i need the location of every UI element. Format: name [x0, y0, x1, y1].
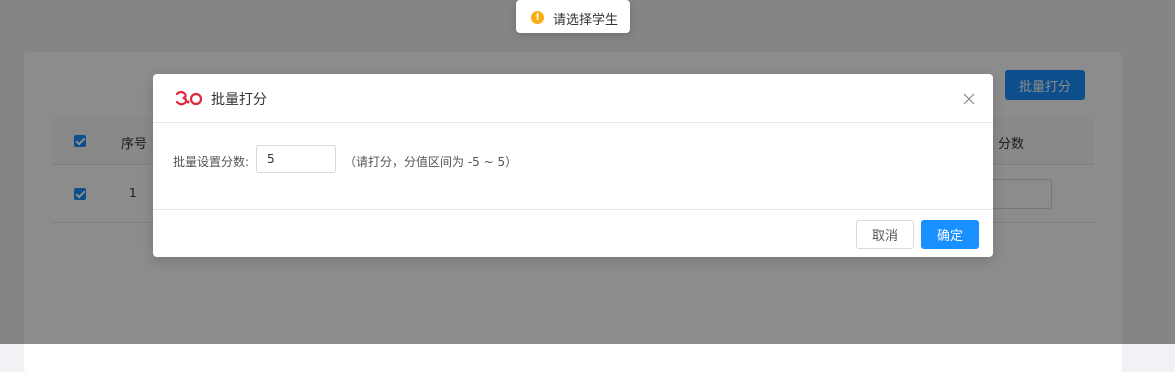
- modal-header: 批量打分: [153, 74, 993, 123]
- toast-message: 请选择学生: [553, 13, 619, 28]
- logo-icon: [175, 90, 203, 106]
- modal-footer: 取消 确定: [153, 210, 993, 258]
- warning-icon: !: [531, 11, 544, 24]
- batch-score-modal: 批量打分 批量设置分数: （请打分，分值区间为 -5 ~ 5） 取消 确定: [153, 74, 993, 257]
- score-range-hint: （请打分，分值区间为 -5 ~ 5）: [344, 155, 518, 169]
- score-field-label: 批量设置分数:: [173, 155, 250, 169]
- cancel-button[interactable]: 取消: [856, 220, 914, 249]
- confirm-button[interactable]: 确定: [921, 220, 979, 249]
- modal-title: 批量打分: [211, 92, 267, 108]
- warning-toast: ! 请选择学生: [516, 0, 630, 33]
- close-icon[interactable]: [963, 93, 975, 105]
- modal-body: 批量设置分数: （请打分，分值区间为 -5 ~ 5）: [153, 123, 993, 210]
- score-input[interactable]: [256, 145, 336, 173]
